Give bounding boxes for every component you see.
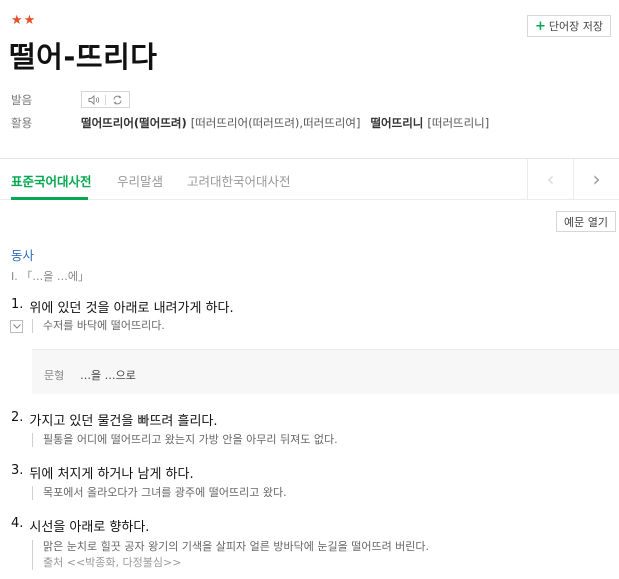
example-sentence: 필통을 어디에 떨어뜨리고 왔는지 가방 안을 아무리 뒤져도 없다.	[32, 433, 338, 447]
sense-item: 3. 뒤에 처지게 하거나 남게 하다.	[11, 463, 194, 482]
example-sentence: 수저를 바닥에 떨어뜨리다.	[32, 319, 165, 333]
example-sentence-with-source: 맑은 눈치로 힐끗 공자 왕기의 기색을 살피자 얼른 방바닥에 눈길을 떨어뜨…	[32, 540, 429, 570]
conjugation-form: 떨어뜨리니	[370, 116, 424, 130]
conjugation-pron: [떠러뜨리니]	[427, 116, 490, 130]
sense-item: 2. 가지고 있던 물건을 빠뜨려 흘리다.	[11, 410, 218, 429]
prev-tab-button[interactable]: ‹	[527, 159, 573, 199]
importance-stars: ★★	[11, 13, 37, 28]
open-examples-button[interactable]: 예문 열기	[556, 211, 616, 232]
tab-urimalsaem[interactable]: 우리말샘	[117, 171, 163, 190]
speaker-icon[interactable]	[82, 92, 105, 107]
headword: 떨어-뜨리다	[9, 40, 158, 74]
example-text: 맑은 눈치로 힐끗 공자 왕기의 기색을 살피자 얼른 방바닥에 눈길을 떨어뜨…	[43, 540, 430, 553]
repeat-icon[interactable]	[106, 92, 129, 107]
pronunciation-controls	[81, 91, 130, 108]
sense-number: 3.	[11, 463, 24, 478]
sentence-pattern: I. 「…을 …에」	[11, 270, 89, 283]
sense-item: 4. 시선을 아래로 향하다.	[11, 516, 149, 535]
chevron-left-icon: ‹	[546, 167, 555, 191]
plus-icon: +	[534, 18, 546, 34]
sense-text: 가지고 있던 물건을 빠뜨려 흘리다.	[29, 414, 218, 429]
sense-number: 2.	[11, 410, 24, 425]
save-button-label: 단어장 저장	[548, 20, 603, 33]
dictionary-tabs: 표준국어대사전 우리말샘 고려대한국어대사전 ‹ ›	[0, 159, 619, 200]
pronunciation-row: 발음	[11, 91, 130, 108]
grammar-value: …을 …으로	[80, 369, 136, 382]
sense-number: 4.	[11, 516, 24, 531]
conjugation-pron: [떠러뜨리어(떠러뜨려),떠러뜨리여]	[190, 116, 361, 130]
example-source: 출처 <<박종화, 다정불심>>	[43, 556, 182, 569]
grammar-pattern-box: 문형 …을 …으로	[32, 349, 619, 394]
sense-text: 시선을 아래로 향하다.	[29, 520, 150, 535]
save-to-wordbook-button[interactable]: + 단어장 저장	[526, 15, 611, 37]
grammar-label: 문형	[44, 369, 65, 382]
conjugation-form: 떨어뜨리어(떨어뜨려)	[81, 116, 187, 130]
next-tab-button[interactable]: ›	[573, 159, 619, 199]
conjugation-row: 활용 떨어뜨리어(떨어뜨려) [떠러뜨리어(떠러뜨려),떠러뜨리여] 떨어뜨리니…	[11, 115, 489, 131]
chevron-down-icon[interactable]	[10, 320, 23, 333]
example-sentence: 목포에서 올라오다가 그녀를 광주에 떨어뜨리고 왔다.	[32, 486, 287, 500]
pronunciation-label: 발음	[11, 92, 33, 107]
sense-text: 위에 있던 것을 아래로 내려가게 하다.	[29, 301, 234, 316]
conjugation-label: 활용	[11, 116, 33, 130]
tab-standard-dictionary[interactable]: 표준국어대사전	[11, 171, 92, 190]
sense-number: 1.	[11, 297, 24, 312]
sense-item: 1. 위에 있던 것을 아래로 내려가게 하다.	[11, 297, 234, 316]
active-tab-indicator	[11, 197, 88, 200]
chevron-right-icon: ›	[592, 167, 601, 191]
part-of-speech: 동사	[11, 248, 35, 263]
tab-korea-univ-dictionary[interactable]: 고려대한국어대사전	[187, 171, 291, 190]
sense-text: 뒤에 처지게 하거나 남게 하다.	[29, 467, 194, 482]
